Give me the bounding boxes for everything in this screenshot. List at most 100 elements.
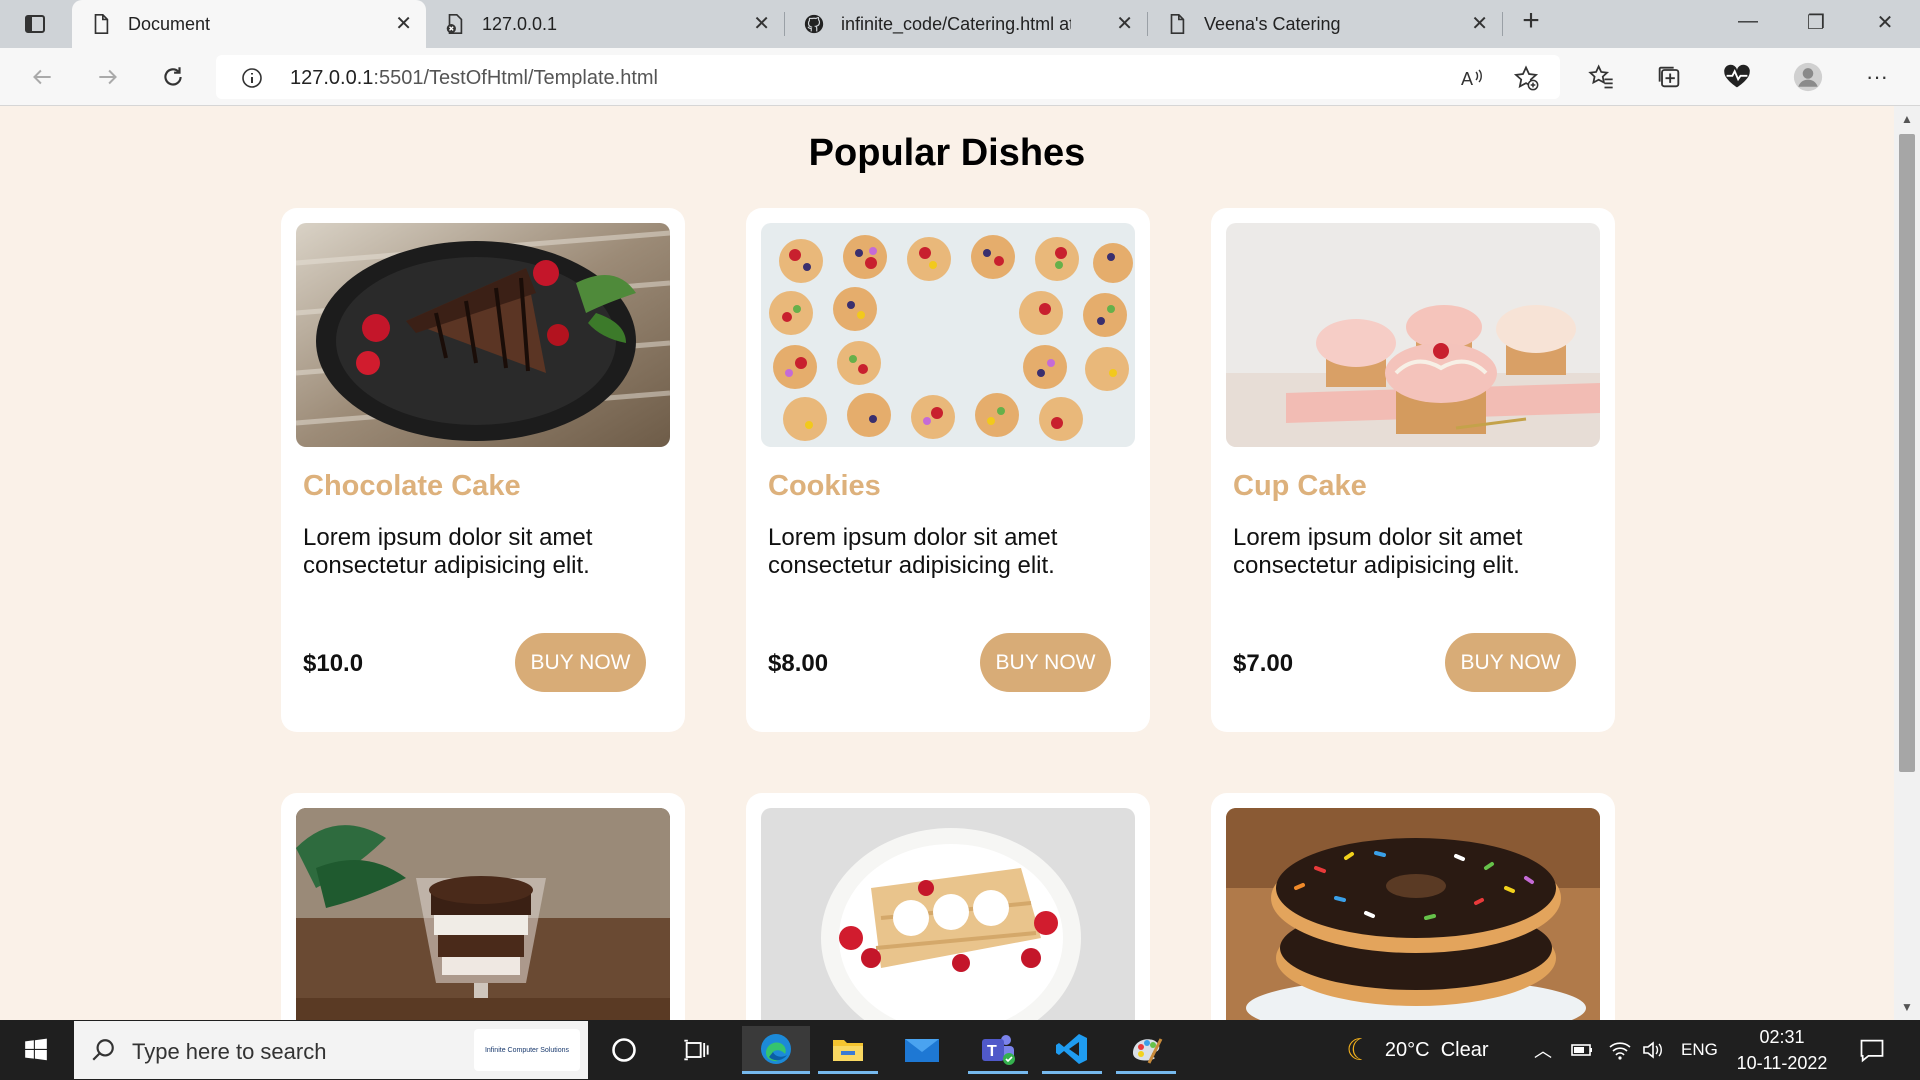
- vscode-app[interactable]: [1042, 1026, 1102, 1074]
- url-host: 127.0.0.1: [290, 67, 374, 89]
- edge-browser-icon: [761, 1033, 791, 1064]
- dish-description: Lorem ipsum dolor sit amet consectetur a…: [303, 524, 593, 579]
- back-button[interactable]: [27, 62, 57, 92]
- edge-app[interactable]: [742, 1026, 810, 1074]
- tab-github[interactable]: infinite_code/Catering.html at m ✕: [785, 0, 1147, 48]
- heart-pulse-icon: [1724, 64, 1750, 88]
- task-view-button[interactable]: [666, 1026, 726, 1074]
- weather-text: 20°C Clear: [1384, 1038, 1489, 1061]
- search-icon: [92, 1039, 114, 1061]
- minimize-icon[interactable]: —: [1734, 10, 1762, 33]
- tab-localhost[interactable]: 127.0.0.1 ✕: [426, 0, 784, 48]
- windows-taskbar: Type here to search Infinite Computer So…: [0, 1020, 1920, 1080]
- tab-separator: [1502, 12, 1503, 36]
- chocolate-parfait-image: [296, 808, 670, 1020]
- refresh-button[interactable]: [158, 62, 188, 92]
- close-tab-icon[interactable]: ✕: [1471, 13, 1488, 35]
- tab-document[interactable]: Document ✕: [72, 0, 426, 48]
- scrollbar-thumb[interactable]: [1899, 134, 1915, 772]
- weather-widget[interactable]: ☾ 20°C Clear: [1346, 1020, 1489, 1080]
- scroll-up-arrow-icon[interactable]: ▲: [1901, 112, 1913, 126]
- clock[interactable]: 02:31 10-11-2022: [1734, 1024, 1830, 1076]
- dish-card: [1211, 793, 1615, 1020]
- new-tab-plus-icon[interactable]: +: [1517, 4, 1545, 38]
- clock-date: 10-11-2022: [1736, 1053, 1828, 1073]
- collections-icon: [1658, 66, 1680, 88]
- dish-card: [281, 793, 685, 1020]
- paint-palette-icon: [1133, 1037, 1163, 1064]
- taskbar-search[interactable]: Type here to search Infinite Computer So…: [74, 1021, 588, 1079]
- page-content: Popular Dishes Chocolate Cake Lorem ipsu…: [0, 106, 1894, 1020]
- file-explorer-app[interactable]: [818, 1026, 878, 1074]
- browser-tab-bar: Document ✕ 127.0.0.1 ✕ infinite_code/Cat…: [0, 0, 1920, 48]
- windows-logo-icon: [25, 1038, 47, 1061]
- address-bar[interactable]: 127.0.0.1:5501/TestOfHtml/Template.html …: [216, 55, 1560, 99]
- battery-icon[interactable]: [1570, 1020, 1594, 1080]
- more-options-button[interactable]: ···: [1862, 62, 1892, 92]
- profile-button[interactable]: [1793, 62, 1823, 92]
- dish-name: Cookies: [768, 470, 881, 502]
- read-aloud-icon[interactable]: A: [1460, 66, 1486, 90]
- page-icon: [94, 14, 109, 34]
- language-indicator[interactable]: ENG: [1681, 1020, 1718, 1080]
- crepes-image: [761, 808, 1135, 1020]
- donuts-image: [1226, 808, 1600, 1020]
- url-path: :5501/TestOfHtml/Template.html: [373, 67, 658, 89]
- folder-icon: [833, 1039, 863, 1061]
- browser-essentials-button[interactable]: [1722, 62, 1752, 92]
- search-placeholder: Type here to search: [132, 1039, 327, 1064]
- cortana-button[interactable]: [594, 1026, 654, 1074]
- tab-actions-button[interactable]: [20, 9, 50, 39]
- info-icon[interactable]: [240, 66, 264, 90]
- logo-text: Infinite Computer Solutions: [484, 1046, 570, 1054]
- teams-app[interactable]: T: [968, 1026, 1028, 1074]
- tab-actions-icon: [25, 15, 45, 33]
- buy-now-button[interactable]: BUY NOW: [515, 633, 646, 692]
- add-favorite-icon[interactable]: [1512, 64, 1540, 92]
- dish-name: Cup Cake: [1233, 470, 1367, 502]
- vscode-icon: [1056, 1033, 1087, 1064]
- search-highlight-logo: Infinite Computer Solutions: [474, 1029, 580, 1071]
- tab-label: 127.0.0.1: [482, 13, 558, 34]
- buy-now-button[interactable]: BUY NOW: [980, 633, 1111, 692]
- tab-veenas-catering[interactable]: Veena's Catering ✕: [1148, 0, 1502, 48]
- mail-envelope-icon: [905, 1039, 939, 1062]
- tab-label: Document: [128, 13, 211, 34]
- ellipsis-icon: ···: [1866, 64, 1888, 89]
- arrow-left-icon: [33, 69, 51, 85]
- dish-card-cup-cake: Cup Cake Lorem ipsum dolor sit amet cons…: [1211, 208, 1615, 732]
- task-view-icon: [684, 1039, 709, 1061]
- tab-label: infinite_code/Catering.html at m: [841, 13, 1071, 34]
- favorites-star-icon: [1588, 64, 1613, 89]
- favorites-button[interactable]: [1586, 62, 1616, 92]
- mail-app[interactable]: [892, 1026, 952, 1074]
- forward-button[interactable]: [93, 62, 123, 92]
- cup-cake-image: [1226, 223, 1600, 447]
- wifi-icon[interactable]: [1608, 1020, 1632, 1080]
- github-icon: [804, 14, 824, 34]
- dish-card-chocolate-cake: Chocolate Cake Lorem ipsum dolor sit ame…: [281, 208, 685, 732]
- close-tab-icon[interactable]: ✕: [395, 13, 412, 35]
- notification-center-icon[interactable]: [1858, 1020, 1886, 1080]
- paint-app[interactable]: [1116, 1026, 1176, 1074]
- start-button[interactable]: [6, 1026, 66, 1074]
- scroll-down-arrow-icon[interactable]: ▼: [1901, 1000, 1913, 1014]
- dish-description: Lorem ipsum dolor sit amet consectetur a…: [1233, 524, 1523, 579]
- buy-now-button[interactable]: BUY NOW: [1445, 633, 1576, 692]
- chocolate-cake-image: [296, 223, 670, 447]
- browser-toolbar: 127.0.0.1:5501/TestOfHtml/Template.html …: [0, 48, 1920, 106]
- cookies-image: [761, 223, 1135, 447]
- collections-button[interactable]: [1654, 62, 1684, 92]
- close-window-icon[interactable]: ✕: [1871, 10, 1899, 35]
- url-text[interactable]: 127.0.0.1:5501/TestOfHtml/Template.html: [290, 67, 658, 90]
- page-scrollbar[interactable]: ▲ ▼: [1894, 106, 1920, 1020]
- close-tab-icon[interactable]: ✕: [753, 13, 770, 35]
- volume-icon[interactable]: [1641, 1020, 1665, 1080]
- show-hidden-icons-chevron-up-icon[interactable]: ︿: [1534, 1020, 1552, 1080]
- cortana-circle-icon: [612, 1038, 636, 1062]
- dish-card-cookies: Cookies Lorem ipsum dolor sit amet conse…: [746, 208, 1150, 732]
- close-tab-icon[interactable]: ✕: [1116, 13, 1133, 35]
- refresh-icon: [164, 67, 182, 86]
- arrow-right-icon: [99, 69, 117, 85]
- restore-icon[interactable]: ❐: [1802, 10, 1830, 35]
